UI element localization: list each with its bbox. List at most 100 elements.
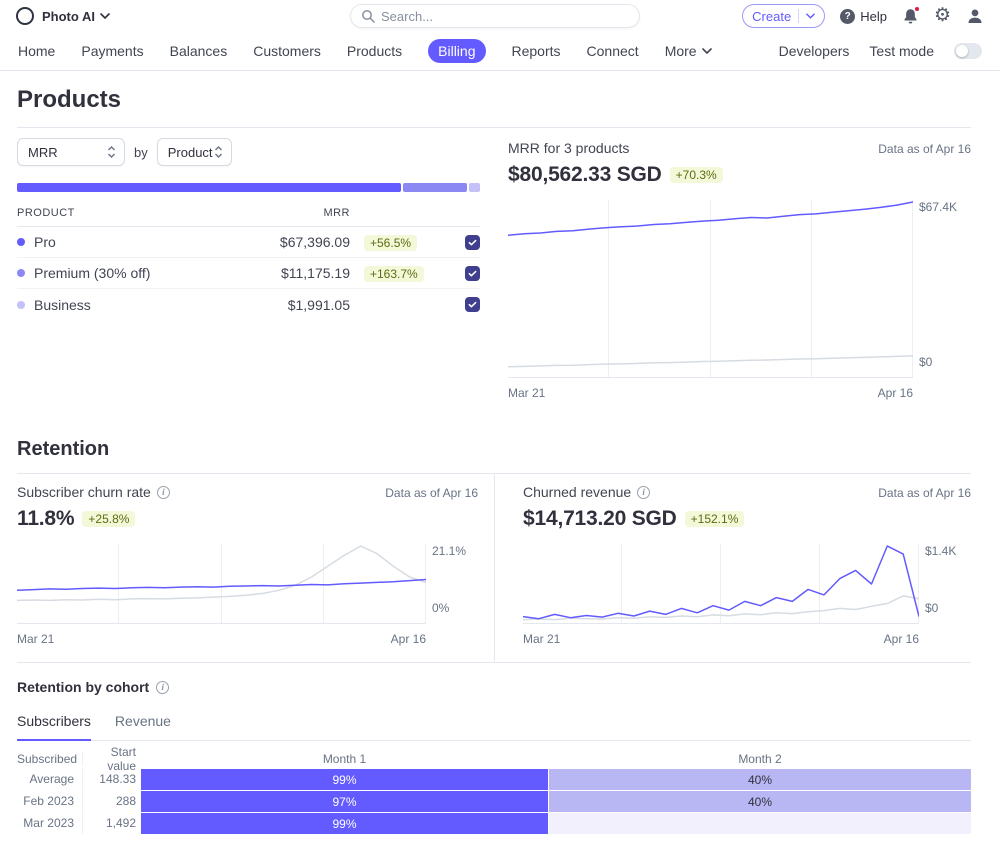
x-axis-end-label: Apr 16 — [390, 632, 426, 646]
info-icon[interactable]: i — [156, 680, 170, 694]
nav-item-connect[interactable]: Connect — [587, 43, 639, 59]
cohort-row: Mar 2023 1,492 99% — [17, 813, 971, 834]
nav-more-label: More — [664, 43, 697, 59]
cohort-cell-month2 — [549, 813, 971, 834]
table-row: Business $1,991.05 — [17, 289, 480, 320]
nav-item-reports[interactable]: Reports — [512, 43, 561, 59]
churned-revenue-panel: Churned revenue i Data as of Apr 16 $14,… — [495, 474, 971, 662]
create-button[interactable]: Create — [742, 4, 826, 28]
delta-badge: +70.3% — [669, 167, 723, 183]
nav-item-developers[interactable]: Developers — [779, 43, 850, 59]
nav-item-billing-active[interactable]: Billing — [428, 39, 486, 63]
data-as-of: Data as of Apr 16 — [385, 486, 478, 500]
mrr-amount: $80,562.33 SGD — [508, 163, 662, 186]
x-axis-start-label: Mar 21 — [17, 632, 55, 646]
person-icon — [968, 9, 982, 23]
info-icon[interactable]: i — [637, 485, 651, 499]
data-as-of: Data as of Apr 16 — [878, 486, 971, 500]
nav-item-more[interactable]: More — [665, 43, 712, 59]
product-checkbox[interactable] — [465, 234, 480, 250]
cohort-cell-month2: 40% — [549, 791, 971, 812]
churned-revenue-title: Churned revenue — [523, 484, 632, 500]
churned-revenue-value: $14,713.20 SGD — [523, 507, 677, 530]
cohort-start-value: 288 — [115, 794, 136, 808]
group-select-value: Product — [167, 144, 213, 160]
divider — [17, 662, 971, 663]
cohort-cell-month1: 97% — [141, 791, 548, 812]
app-name[interactable]: Photo AI — [42, 9, 95, 24]
notifications-button[interactable] — [902, 5, 920, 25]
churned-revenue-chart — [523, 544, 919, 624]
mrr-summary-title: MRR for 3 products — [508, 140, 630, 156]
delta-badge: +25.8% — [82, 511, 136, 527]
settings-button[interactable]: ⚙ — [934, 6, 951, 25]
nav-item-products[interactable]: Products — [347, 43, 402, 59]
churn-rate-title: Subscriber churn rate — [17, 484, 151, 500]
col-header-month1: Month 1 — [322, 752, 367, 766]
cohort-cell-month1: 99% — [141, 813, 548, 834]
check-icon — [468, 301, 477, 308]
tab-subscribers[interactable]: Subscribers — [17, 713, 91, 741]
toggle-knob — [956, 45, 968, 57]
col-header-subscribed: Subscribed — [17, 752, 83, 766]
y-axis-min-label: $0 — [925, 601, 939, 615]
product-checkbox[interactable] — [465, 297, 480, 312]
chevron-down-icon — [806, 13, 816, 19]
mrr-breakdown-panel: MRR by Product PRODUCT MRR Pro $67,396.0… — [17, 130, 480, 400]
y-axis-max-label: 21.1% — [432, 544, 467, 558]
help-icon: ? — [840, 8, 856, 24]
top-bar: Photo AI Create ? Help ⚙ — [0, 0, 1000, 32]
series-dot — [17, 238, 25, 246]
create-button-divider — [798, 9, 800, 23]
product-share-bar — [17, 183, 480, 192]
chevron-down-icon[interactable] — [100, 13, 110, 19]
product-name: Pro — [34, 234, 56, 250]
check-icon — [468, 239, 477, 245]
search-input[interactable] — [381, 8, 629, 24]
x-axis-end-label: Apr 16 — [883, 632, 919, 646]
nav-item-customers[interactable]: Customers — [253, 43, 321, 59]
select-caret-icon — [108, 146, 115, 158]
tab-revenue[interactable]: Revenue — [115, 713, 171, 740]
cohort-cell-month2: 40% — [549, 769, 971, 790]
delta-badge: +56.5% — [364, 234, 418, 251]
col-header-month2: Month 2 — [738, 752, 782, 766]
nav-item-payments[interactable]: Payments — [81, 43, 143, 59]
group-by-select[interactable]: Product — [156, 138, 232, 166]
search-icon — [361, 9, 375, 23]
cohort-label: Average — [17, 769, 83, 790]
cohort-label: Mar 2023 — [17, 813, 83, 834]
metric-select[interactable]: MRR — [17, 138, 125, 166]
delta-badge: +152.1% — [684, 511, 745, 527]
help-button[interactable]: ? Help — [840, 8, 887, 24]
select-caret-icon — [214, 146, 222, 158]
app-logo — [16, 7, 34, 25]
churn-rate-value: 11.8% — [17, 507, 75, 530]
product-mrr-value: $67,396.09 — [279, 234, 350, 250]
share-segment-business — [468, 183, 480, 192]
cohort-title: Retention by cohort — [17, 679, 150, 695]
nav-item-balances[interactable]: Balances — [170, 43, 228, 59]
cohort-table-header: Subscribed Start value Month 1 Month 2 — [17, 745, 971, 773]
share-segment-pro — [17, 183, 402, 192]
product-mrr-value: $1,991.05 — [287, 296, 350, 313]
help-label: Help — [860, 8, 887, 24]
page-title: Products — [17, 86, 122, 113]
mrr-chart — [508, 200, 913, 378]
x-axis-end-label: Apr 16 — [877, 386, 913, 400]
series-dot — [17, 269, 25, 277]
profile-button[interactable] — [966, 7, 984, 25]
product-mrr-value: $11,175.19 — [280, 265, 350, 281]
main-nav: Home Payments Balances Customers Product… — [0, 32, 1000, 71]
cohort-cell-month1: 99% — [141, 769, 548, 790]
cohort-tabs: Subscribers Revenue — [17, 713, 971, 741]
test-mode-toggle[interactable] — [954, 43, 982, 59]
table-row: Pro $67,396.09 +56.5% — [17, 227, 480, 258]
nav-item-home[interactable]: Home — [18, 43, 55, 59]
product-checkbox[interactable] — [465, 265, 480, 281]
search-bar[interactable] — [350, 4, 640, 28]
divider — [17, 127, 971, 128]
col-header-mrr: MRR — [323, 207, 350, 219]
product-table: PRODUCT MRR Pro $67,396.09 +56.5% Premiu… — [17, 207, 480, 320]
info-icon[interactable]: i — [156, 485, 170, 499]
